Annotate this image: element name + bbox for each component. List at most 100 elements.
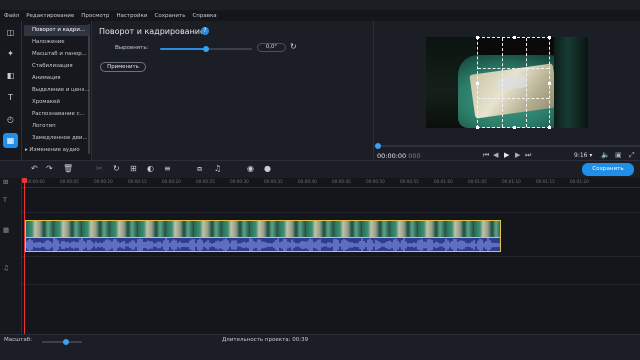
menu-item[interactable]: Сохранить — [155, 13, 186, 19]
audio-icon[interactable]: ♫ — [214, 164, 221, 173]
tools-list-item[interactable]: Стабилизация — [22, 61, 92, 72]
crop-handle[interactable] — [513, 36, 516, 39]
tools-list-item[interactable]: Логотип — [22, 121, 92, 132]
ruler-tick: 00:00:40 — [298, 179, 317, 184]
apply-button[interactable]: Применить — [100, 62, 146, 72]
timeline-ruler[interactable]: 00:00:00 00:00:05 00:00:10 00:00:15 00:00:20… — [22, 178, 640, 188]
rotate-icon[interactable]: ↻ — [113, 164, 120, 173]
microphone-icon[interactable]: ● — [264, 164, 271, 173]
tools-list-item[interactable]: Замедленное дви... — [22, 133, 92, 144]
tools-list: Поворот и кадри... Наложение Масштаб и пан… — [22, 21, 92, 160]
preview-panel: 00:00:00 000 ⏮ ◀ ▶ ▶ ⏭ 9:16 ▾ 🔈 ▣ ⤢ — [373, 21, 640, 160]
project-duration: Длительность проекта: 00:39 — [222, 337, 309, 343]
crop-handle[interactable] — [476, 82, 479, 85]
transitions-icon[interactable]: ◧ — [3, 68, 18, 83]
crop-handle[interactable] — [513, 126, 516, 129]
playhead-handle[interactable] — [22, 178, 27, 183]
reset-icon[interactable]: ↻ — [290, 42, 297, 51]
step-forward-icon[interactable]: ▶ — [515, 151, 520, 159]
snapshot-icon[interactable]: ▣ — [615, 151, 622, 159]
menu-item[interactable]: Просмотр — [81, 13, 109, 19]
tools-list-item-label: Поворот и кадри... — [32, 27, 85, 33]
import-icon[interactable]: ◫ — [3, 25, 18, 40]
title-track-icon: T — [3, 196, 7, 204]
zoom-slider[interactable] — [42, 339, 82, 345]
aspect-ratio-value: 9:16 — [574, 152, 588, 159]
save-button[interactable]: Сохранить — [582, 163, 634, 176]
menu-item[interactable]: Настройки — [116, 13, 147, 19]
tools-list-item[interactable]: Наложение — [22, 37, 92, 48]
zoom-label: Масштаб: — [4, 337, 32, 343]
magic-wand-icon[interactable]: ✦ — [3, 46, 18, 61]
next-frame-icon[interactable]: ⏭ — [525, 151, 531, 160]
tools-list-item[interactable]: Анимация — [22, 73, 92, 84]
ruler-tick: 00:00:50 — [366, 179, 385, 184]
cut-icon[interactable]: ✂ — [96, 164, 103, 173]
crop-icon[interactable]: ⊞ — [130, 164, 137, 173]
audio-waveform — [26, 238, 500, 251]
prev-frame-icon[interactable]: ⏮ — [483, 151, 489, 160]
undo-icon[interactable]: ↶ — [31, 164, 38, 173]
timeline-gutter: ⊞ T ▦ ♫ — [0, 178, 22, 334]
ruler-tick: 00:01:15 — [536, 179, 555, 184]
menu-bar: Файл Редактирование Просмотр Настройки Сохра… — [0, 10, 640, 21]
aspect-ratio-select[interactable]: 9:16 ▾ — [574, 152, 592, 159]
tools-list-item[interactable]: Поворот и кадри... — [24, 25, 90, 36]
playhead[interactable] — [24, 178, 25, 334]
tools-list-item[interactable]: Выделение и ценз... — [22, 85, 92, 96]
align-slider-knob[interactable] — [203, 46, 209, 52]
menu-item[interactable]: Редактирование — [26, 13, 74, 19]
movavi-video-editor-window: Файл Редактирование Просмотр Настройки Сохра… — [0, 0, 640, 360]
tools-list-item-label: Масштаб и панор... — [32, 51, 87, 57]
menu-item[interactable]: Справка — [192, 13, 216, 19]
align-slider[interactable] — [160, 46, 252, 52]
ruler-tick: 00:00:30 — [230, 179, 249, 184]
color-adjust-icon[interactable]: ◐ — [147, 164, 154, 173]
play-icon[interactable]: ▶ — [504, 151, 509, 159]
ruler-tick: 00:01:10 — [502, 179, 521, 184]
tools-list-item-label: Распознавание с... — [32, 111, 85, 117]
effects-grid-icon[interactable]: ▦ — [3, 133, 18, 148]
menu-item[interactable]: Файл — [4, 13, 19, 19]
crop-frame[interactable] — [476, 36, 551, 129]
preview-scrubber[interactable] — [374, 145, 640, 147]
ruler-tick: 00:01:00 — [434, 179, 453, 184]
crop-handle[interactable] — [548, 36, 551, 39]
tools-list-item[interactable]: Распознавание с... — [22, 109, 92, 120]
video-clip[interactable] — [25, 220, 501, 238]
tools-list-item-label: Хромакей — [32, 99, 60, 105]
crop-handle[interactable] — [548, 82, 551, 85]
redo-icon[interactable]: ↷ — [46, 164, 53, 173]
panel-title: Поворот и кадрирование — [99, 27, 205, 36]
track-divider — [22, 256, 640, 257]
track-divider — [22, 212, 640, 213]
clip-properties-icon[interactable]: ≡ — [164, 164, 171, 173]
tools-list-item[interactable]: Хромакей — [22, 97, 92, 108]
add-track-icon[interactable]: ⊞ — [3, 178, 8, 186]
ruler-tick: 00:00:35 — [264, 179, 283, 184]
ruler-tick: 00:00:15 — [128, 179, 147, 184]
settings-panel: Поворот и кадрирование ? Выровнять: 0,0°… — [92, 21, 373, 160]
tools-list-item-label: Стабилизация — [32, 63, 73, 69]
align-value-field[interactable]: 0,0° — [257, 43, 286, 52]
help-icon[interactable]: ? — [201, 27, 209, 35]
tools-list-item[interactable]: ▸ Изменение аудио — [22, 145, 92, 156]
audio-clip[interactable] — [25, 238, 501, 252]
tools-list-item[interactable]: Масштаб и панор... — [22, 49, 92, 60]
crop-handle[interactable] — [548, 126, 551, 129]
ruler-tick: 00:00:55 — [400, 179, 419, 184]
fullscreen-icon[interactable]: ⤢ — [629, 151, 635, 160]
titles-icon[interactable]: T — [3, 90, 18, 105]
crop-handle[interactable] — [476, 126, 479, 129]
preview-scrubber-knob[interactable] — [375, 143, 381, 149]
zoom-slider-knob[interactable] — [63, 339, 69, 345]
tools-list-item-label: Изменение аудио — [29, 147, 80, 153]
stickers-icon[interactable]: ◴ — [3, 112, 18, 127]
overlay-icon[interactable]: ⧈ — [197, 164, 202, 174]
delete-icon[interactable]: 🗑 — [63, 164, 73, 173]
marker-icon[interactable]: ◉ — [247, 164, 254, 173]
crop-handle[interactable] — [476, 36, 479, 39]
step-back-icon[interactable]: ◀ — [493, 151, 498, 159]
volume-icon[interactable]: 🔈 — [601, 151, 610, 159]
ruler-tick: 00:00:10 — [94, 179, 113, 184]
